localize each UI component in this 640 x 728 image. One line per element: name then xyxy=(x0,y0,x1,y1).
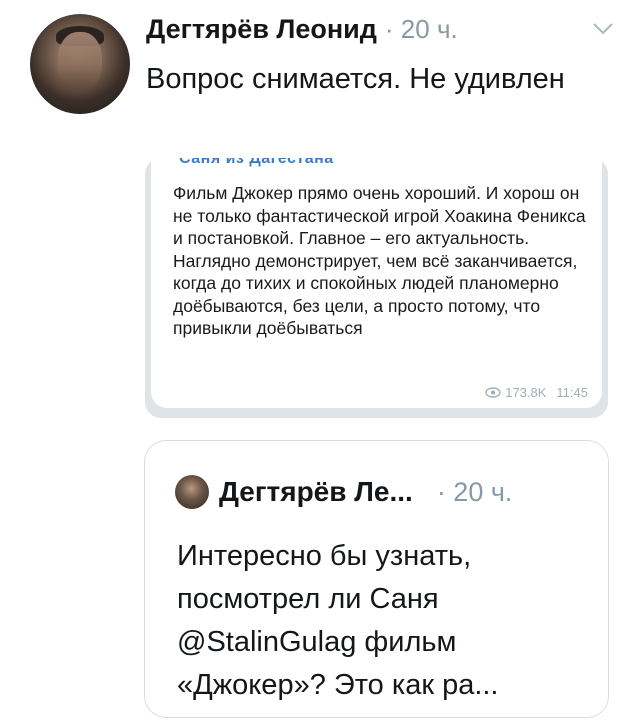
tweet-text: Вопрос снимается. Не удивлен xyxy=(146,63,565,95)
author-avatar[interactable] xyxy=(30,14,130,114)
tweet-header: Дегтярёв Леонид · 20 ч. xyxy=(146,14,620,54)
quoted-tweet-text: Интересно бы узнать, посмотрел ли Саня @… xyxy=(177,540,499,701)
author-name[interactable]: Дегтярёв Леонид xyxy=(146,14,377,45)
screenshot-message-text: Фильм Джокер прямо очень хороший. И хоро… xyxy=(173,183,586,338)
message-stats: 173.8K 11:45 xyxy=(485,385,588,400)
eye-icon xyxy=(485,387,501,398)
quoted-tweet[interactable]: Дегтярёв Ле... · 20 ч. Интересно бы узна… xyxy=(144,440,609,718)
message-time: 11:45 xyxy=(556,385,588,400)
chevron-down-icon[interactable] xyxy=(592,22,614,36)
quoted-tweet-header: Дегтярёв Ле... · 20 ч. xyxy=(175,475,512,509)
tweet-timestamp[interactable]: · 20 ч. xyxy=(385,14,458,45)
view-count: 173.8K xyxy=(505,385,547,400)
quoted-author-name: Дегтярёв Ле... xyxy=(219,476,413,507)
telegram-message-screenshot: Саня из Дагестана Фильм Джокер прямо оче… xyxy=(151,158,602,408)
cut-off-channel-name: Саня из Дагестана xyxy=(179,158,334,167)
quoted-author-avatar xyxy=(175,475,209,509)
tweet-media-image[interactable]: Саня из Дагестана Фильм Джокер прямо оче… xyxy=(145,158,608,418)
quoted-tweet-timestamp: · 20 ч. xyxy=(436,476,513,507)
